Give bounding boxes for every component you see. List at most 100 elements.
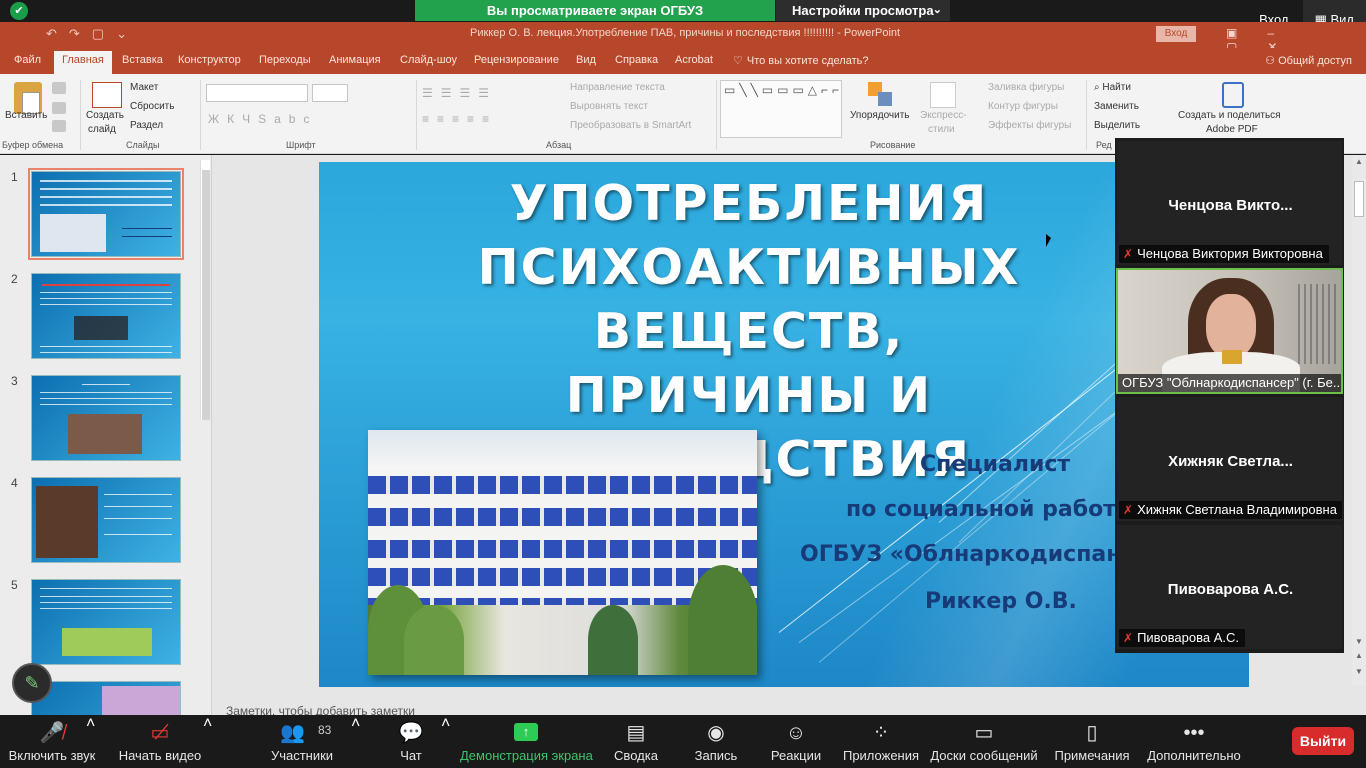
summary-label: Сводка xyxy=(614,748,658,763)
reactions-button[interactable]: ☺ Реакции xyxy=(766,715,826,768)
tab-help[interactable]: Справка xyxy=(615,54,658,66)
video-options-caret[interactable]: ˄ xyxy=(203,715,212,733)
tab-transitions[interactable]: Переходы xyxy=(259,54,311,66)
arrange-icon[interactable] xyxy=(868,82,894,108)
share-screen-button[interactable]: ↑ Демонстрация экрана xyxy=(460,715,593,768)
current-slide[interactable]: УПОТРЕБЛЕНИЯ ПСИХОАКТИВНЫХ ВЕЩЕСТВ, ПРИЧ… xyxy=(319,162,1249,687)
text-direction-button[interactable]: Направление текста xyxy=(570,82,665,93)
smartart-button[interactable]: Преобразовать в SmartArt xyxy=(570,120,691,131)
slide-thumbnail-1[interactable] xyxy=(28,168,184,260)
participant-tile[interactable]: Ченцова Викто... ✗ Ченцова Виктория Викто… xyxy=(1116,140,1343,266)
participant-tile[interactable]: Хижняк Светла... ✗ Хижняк Светлана Владим… xyxy=(1116,396,1343,522)
document-title: Риккер О. В. лекция.Употребление ПАВ, пр… xyxy=(470,27,901,39)
summary-button[interactable]: ▤ Сводка xyxy=(606,715,666,768)
tab-insert[interactable]: Вставка xyxy=(122,54,163,66)
slide-scrollbar[interactable]: ▲ ▼ ▲ ▼ xyxy=(1352,155,1366,685)
tell-me-box[interactable]: ♡ Что вы хотите сделать? xyxy=(733,54,868,67)
select-button[interactable]: Выделить xyxy=(1094,120,1140,131)
new-slide-icon[interactable] xyxy=(92,82,122,108)
exit-button[interactable]: Выйти xyxy=(1292,727,1354,755)
find-button[interactable]: ⌕ Найти xyxy=(1094,82,1131,93)
chevron-down-icon: ⌄ xyxy=(932,4,942,16)
tab-acrobat[interactable]: Acrobat xyxy=(675,54,713,66)
section-button[interactable]: Раздел xyxy=(130,120,163,131)
copy-icon[interactable] xyxy=(52,102,66,114)
shape-fill-button[interactable]: Заливка фигуры xyxy=(988,82,1064,93)
slide-thumbnail-2[interactable] xyxy=(31,273,181,359)
participant-tile-video[interactable]: ОГБУЗ "Облнаркодиспансер" (г. Бе... xyxy=(1116,268,1343,394)
participants-label: Участники xyxy=(270,748,334,763)
more-label: Дополнительно xyxy=(1147,748,1241,763)
building-photo xyxy=(368,430,757,675)
participants-count: 83 xyxy=(318,723,332,737)
summary-icon: ▤ xyxy=(626,722,646,744)
pen-icon[interactable]: ✎ xyxy=(12,663,52,703)
slide-thumbnail-6[interactable] xyxy=(31,681,181,715)
adobe-pdf-label-1[interactable]: Создать и поделиться xyxy=(1178,110,1281,121)
shape-outline-button[interactable]: Контур фигуры xyxy=(988,101,1058,112)
shield-icon[interactable]: ✔ xyxy=(10,2,28,20)
reset-button[interactable]: Сбросить xyxy=(130,101,174,112)
tab-animations[interactable]: Анимация xyxy=(329,54,381,66)
ppt-login-button[interactable]: Вход xyxy=(1156,26,1196,42)
ribbon-separator xyxy=(1086,80,1087,150)
quick-styles-label-1[interactable]: Экспресс- xyxy=(920,110,967,121)
participant-caption: ✗ Хижняк Светлана Владимировна xyxy=(1119,501,1342,519)
apps-button[interactable]: ⁘ Приложения xyxy=(842,715,920,768)
adobe-pdf-icon[interactable] xyxy=(1222,82,1244,108)
slide-subtitle-line: Специалист xyxy=(920,452,1071,477)
more-button[interactable]: ••• Дополнительно xyxy=(1146,715,1242,768)
list-buttons[interactable]: ☰☰☰☰ xyxy=(422,86,497,100)
mic-off-icon: ✗ xyxy=(1123,247,1134,261)
slide-thumbnail-3[interactable] xyxy=(31,375,181,461)
participants-options-caret[interactable]: ˄ xyxy=(351,715,360,733)
align-text-button[interactable]: Выровнять текст xyxy=(570,101,648,112)
quick-access-toolbar[interactable]: ↶↷▢⌄ xyxy=(46,26,139,42)
notes-button[interactable]: ▯ Примечания xyxy=(1052,715,1132,768)
participants-button[interactable]: 👥 83 Участники xyxy=(262,715,342,768)
adobe-pdf-label-2[interactable]: Adobe PDF xyxy=(1206,124,1258,135)
quick-styles-icon[interactable] xyxy=(930,82,956,108)
shape-effects-button[interactable]: Эффекты фигуры xyxy=(988,120,1071,131)
view-settings-button[interactable]: Настройки просмотра ⌄ xyxy=(776,0,950,21)
font-name-box[interactable] xyxy=(206,84,308,102)
cut-icon[interactable] xyxy=(52,82,66,94)
quick-styles-label-2[interactable]: стили xyxy=(928,124,955,135)
paste-button[interactable]: Вставить xyxy=(5,110,47,121)
layout-button[interactable]: Макет xyxy=(130,82,158,93)
participants-video-panel: Ченцова Викто... ✗ Ченцова Виктория Викто… xyxy=(1115,138,1344,653)
share-screen-label: Демонстрация экрана xyxy=(460,748,593,763)
participant-tile[interactable]: Пивоварова А.С. ✗ Пивоварова А.С. xyxy=(1116,524,1343,650)
tab-design[interactable]: Конструктор xyxy=(178,54,241,66)
font-format-buttons[interactable]: ЖКЧSabc xyxy=(208,112,317,126)
whiteboards-label: Доски сообщений xyxy=(930,748,1038,763)
align-buttons[interactable]: ≡≡≡≡≡ xyxy=(422,112,497,126)
record-button[interactable]: ◉ Запись xyxy=(686,715,746,768)
format-painter-icon[interactable] xyxy=(52,120,66,132)
shapes-gallery[interactable]: ▭╲╲▭▭▭△⌐⌐⇨⇩⇩☆↷⌒{} xyxy=(720,80,842,138)
meeting-toolbar: 🎤̸ Включить звук ˄ ▭̸ Начать видео ˄ 👥 8… xyxy=(0,715,1366,768)
slide-thumbnail-4[interactable] xyxy=(31,477,181,563)
participant-big-name: Ченцова Викто... xyxy=(1168,197,1293,214)
new-slide-label-1[interactable]: Создать xyxy=(86,110,124,121)
audio-options-caret[interactable]: ˄ xyxy=(86,715,95,733)
arrange-button[interactable]: Упорядочить xyxy=(850,110,910,121)
share-banner: Вы просматриваете экран ОГБУЗ "Облнаркод… xyxy=(415,0,775,39)
new-slide-label-2[interactable]: слайд xyxy=(88,124,116,135)
more-icon: ••• xyxy=(1183,722,1205,744)
font-size-box[interactable] xyxy=(312,84,348,102)
tab-slideshow[interactable]: Слайд-шоу xyxy=(400,54,457,66)
start-video-button[interactable]: ▭̸ Начать видео xyxy=(110,715,210,768)
replace-button[interactable]: Заменить xyxy=(1094,101,1139,112)
share-access-button[interactable]: ⚇ Общий доступ xyxy=(1265,54,1352,67)
chat-button[interactable]: 💬 Чат xyxy=(386,715,436,768)
chat-options-caret[interactable]: ˄ xyxy=(441,715,450,733)
chat-icon: 💬 xyxy=(398,722,424,744)
whiteboards-button[interactable]: ▭ Доски сообщений xyxy=(930,715,1038,768)
tab-home[interactable]: Главная xyxy=(54,51,112,74)
tab-file[interactable]: Файл xyxy=(14,54,41,66)
tab-view[interactable]: Вид xyxy=(576,54,596,66)
tab-review[interactable]: Рецензирование xyxy=(474,54,559,66)
thumbnails-scrollbar[interactable] xyxy=(200,160,210,420)
slide-thumbnail-5[interactable] xyxy=(31,579,181,665)
